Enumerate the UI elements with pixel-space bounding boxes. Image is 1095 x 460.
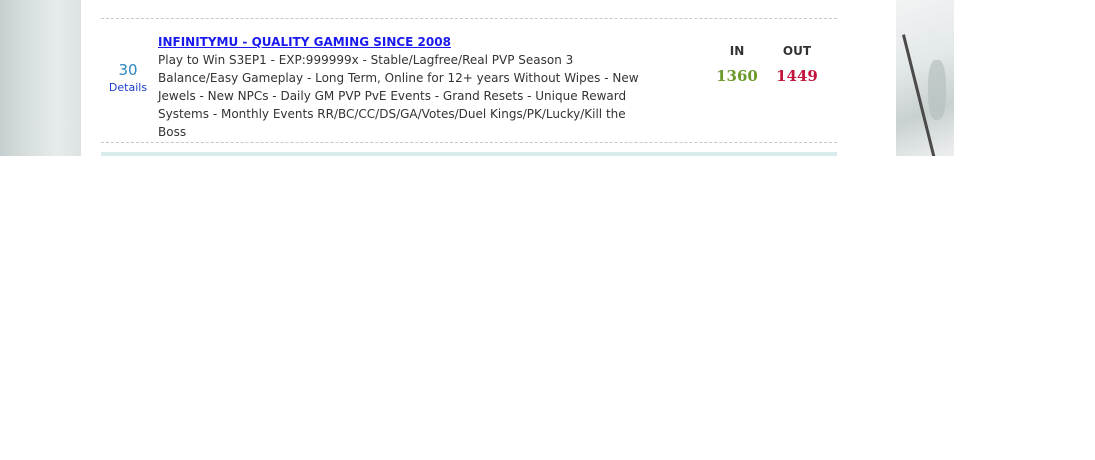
server-info: INFINITYMU - QUALITY GAMING SINCE 2008 P… <box>158 34 654 141</box>
in-stat: IN 1360 <box>707 43 767 85</box>
out-stat: OUT 1449 <box>767 43 827 85</box>
server-title-link[interactable]: INFINITYMU - QUALITY GAMING SINCE 2008 <box>158 34 654 50</box>
in-value: 1360 <box>716 67 758 85</box>
next-row-header <box>101 152 837 156</box>
server-description: Play to Win S3EP1 - EXP:999999x - Stable… <box>158 53 639 139</box>
rank-number: 30 <box>118 61 138 79</box>
details-link[interactable]: Details <box>101 81 155 94</box>
listing-content: 30 Details INFINITYMU - QUALITY GAMING S… <box>81 0 896 156</box>
in-label: IN <box>729 44 745 58</box>
background-right-image <box>896 0 954 156</box>
rank-column: 30 Details <box>101 61 155 94</box>
background-decoration <box>928 60 946 120</box>
background-left-image <box>0 0 81 156</box>
server-list-row: 30 Details INFINITYMU - QUALITY GAMING S… <box>101 18 837 143</box>
out-label: OUT <box>782 44 812 58</box>
out-value: 1449 <box>776 67 818 85</box>
